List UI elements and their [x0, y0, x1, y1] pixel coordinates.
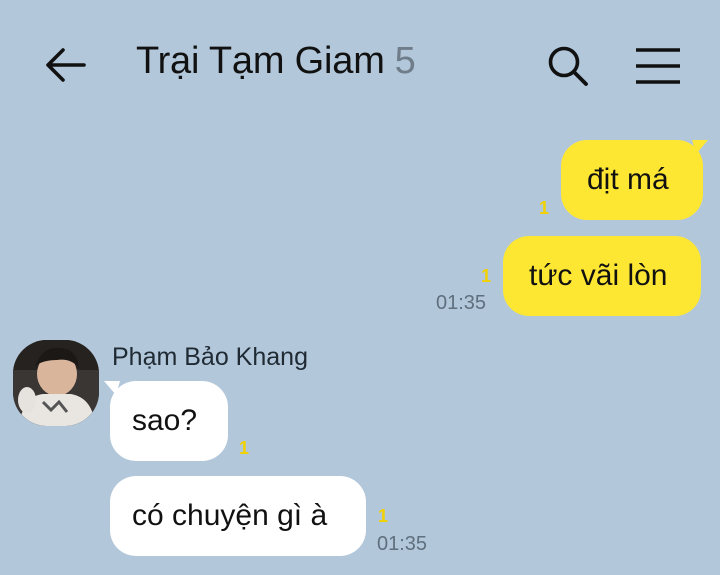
arrow-left-icon[interactable] [44, 44, 86, 86]
hamburger-menu-icon[interactable] [634, 46, 682, 86]
unread-count: 1 [239, 438, 250, 458]
profile-photo [13, 340, 99, 426]
message-timestamp: 01:35 [436, 292, 487, 314]
chat-title: Trại Tạm Giam 5 [136, 40, 416, 83]
message-text: tức vãi lòn [529, 259, 668, 292]
received-message-bubble[interactable]: có chuyện gì à [110, 476, 366, 556]
my-message-bubble[interactable]: tức vãi lòn [503, 236, 701, 316]
avatar[interactable] [13, 340, 99, 426]
unread-count: 1 [378, 506, 389, 526]
message-text: sao? [132, 404, 198, 437]
my-message-bubble[interactable]: địt má [561, 140, 703, 220]
unread-count: 1 [539, 198, 550, 218]
message-text: có chuyện gì à [132, 499, 328, 532]
search-icon[interactable] [546, 44, 590, 88]
bubble-tail [692, 140, 708, 154]
unread-count: 1 [481, 266, 492, 286]
chat-header: Trại Tạm Giam 5 [0, 0, 720, 125]
message-timestamp: 01:35 [377, 533, 428, 555]
bubble-tail [104, 381, 120, 395]
chat-room-name: Trại Tạm Giam [136, 40, 385, 82]
member-count: 5 [394, 40, 416, 82]
message-text: địt má [587, 163, 669, 196]
received-message-bubble[interactable]: sao? [110, 381, 228, 461]
sender-name: Phạm Bảo Khang [112, 343, 308, 371]
